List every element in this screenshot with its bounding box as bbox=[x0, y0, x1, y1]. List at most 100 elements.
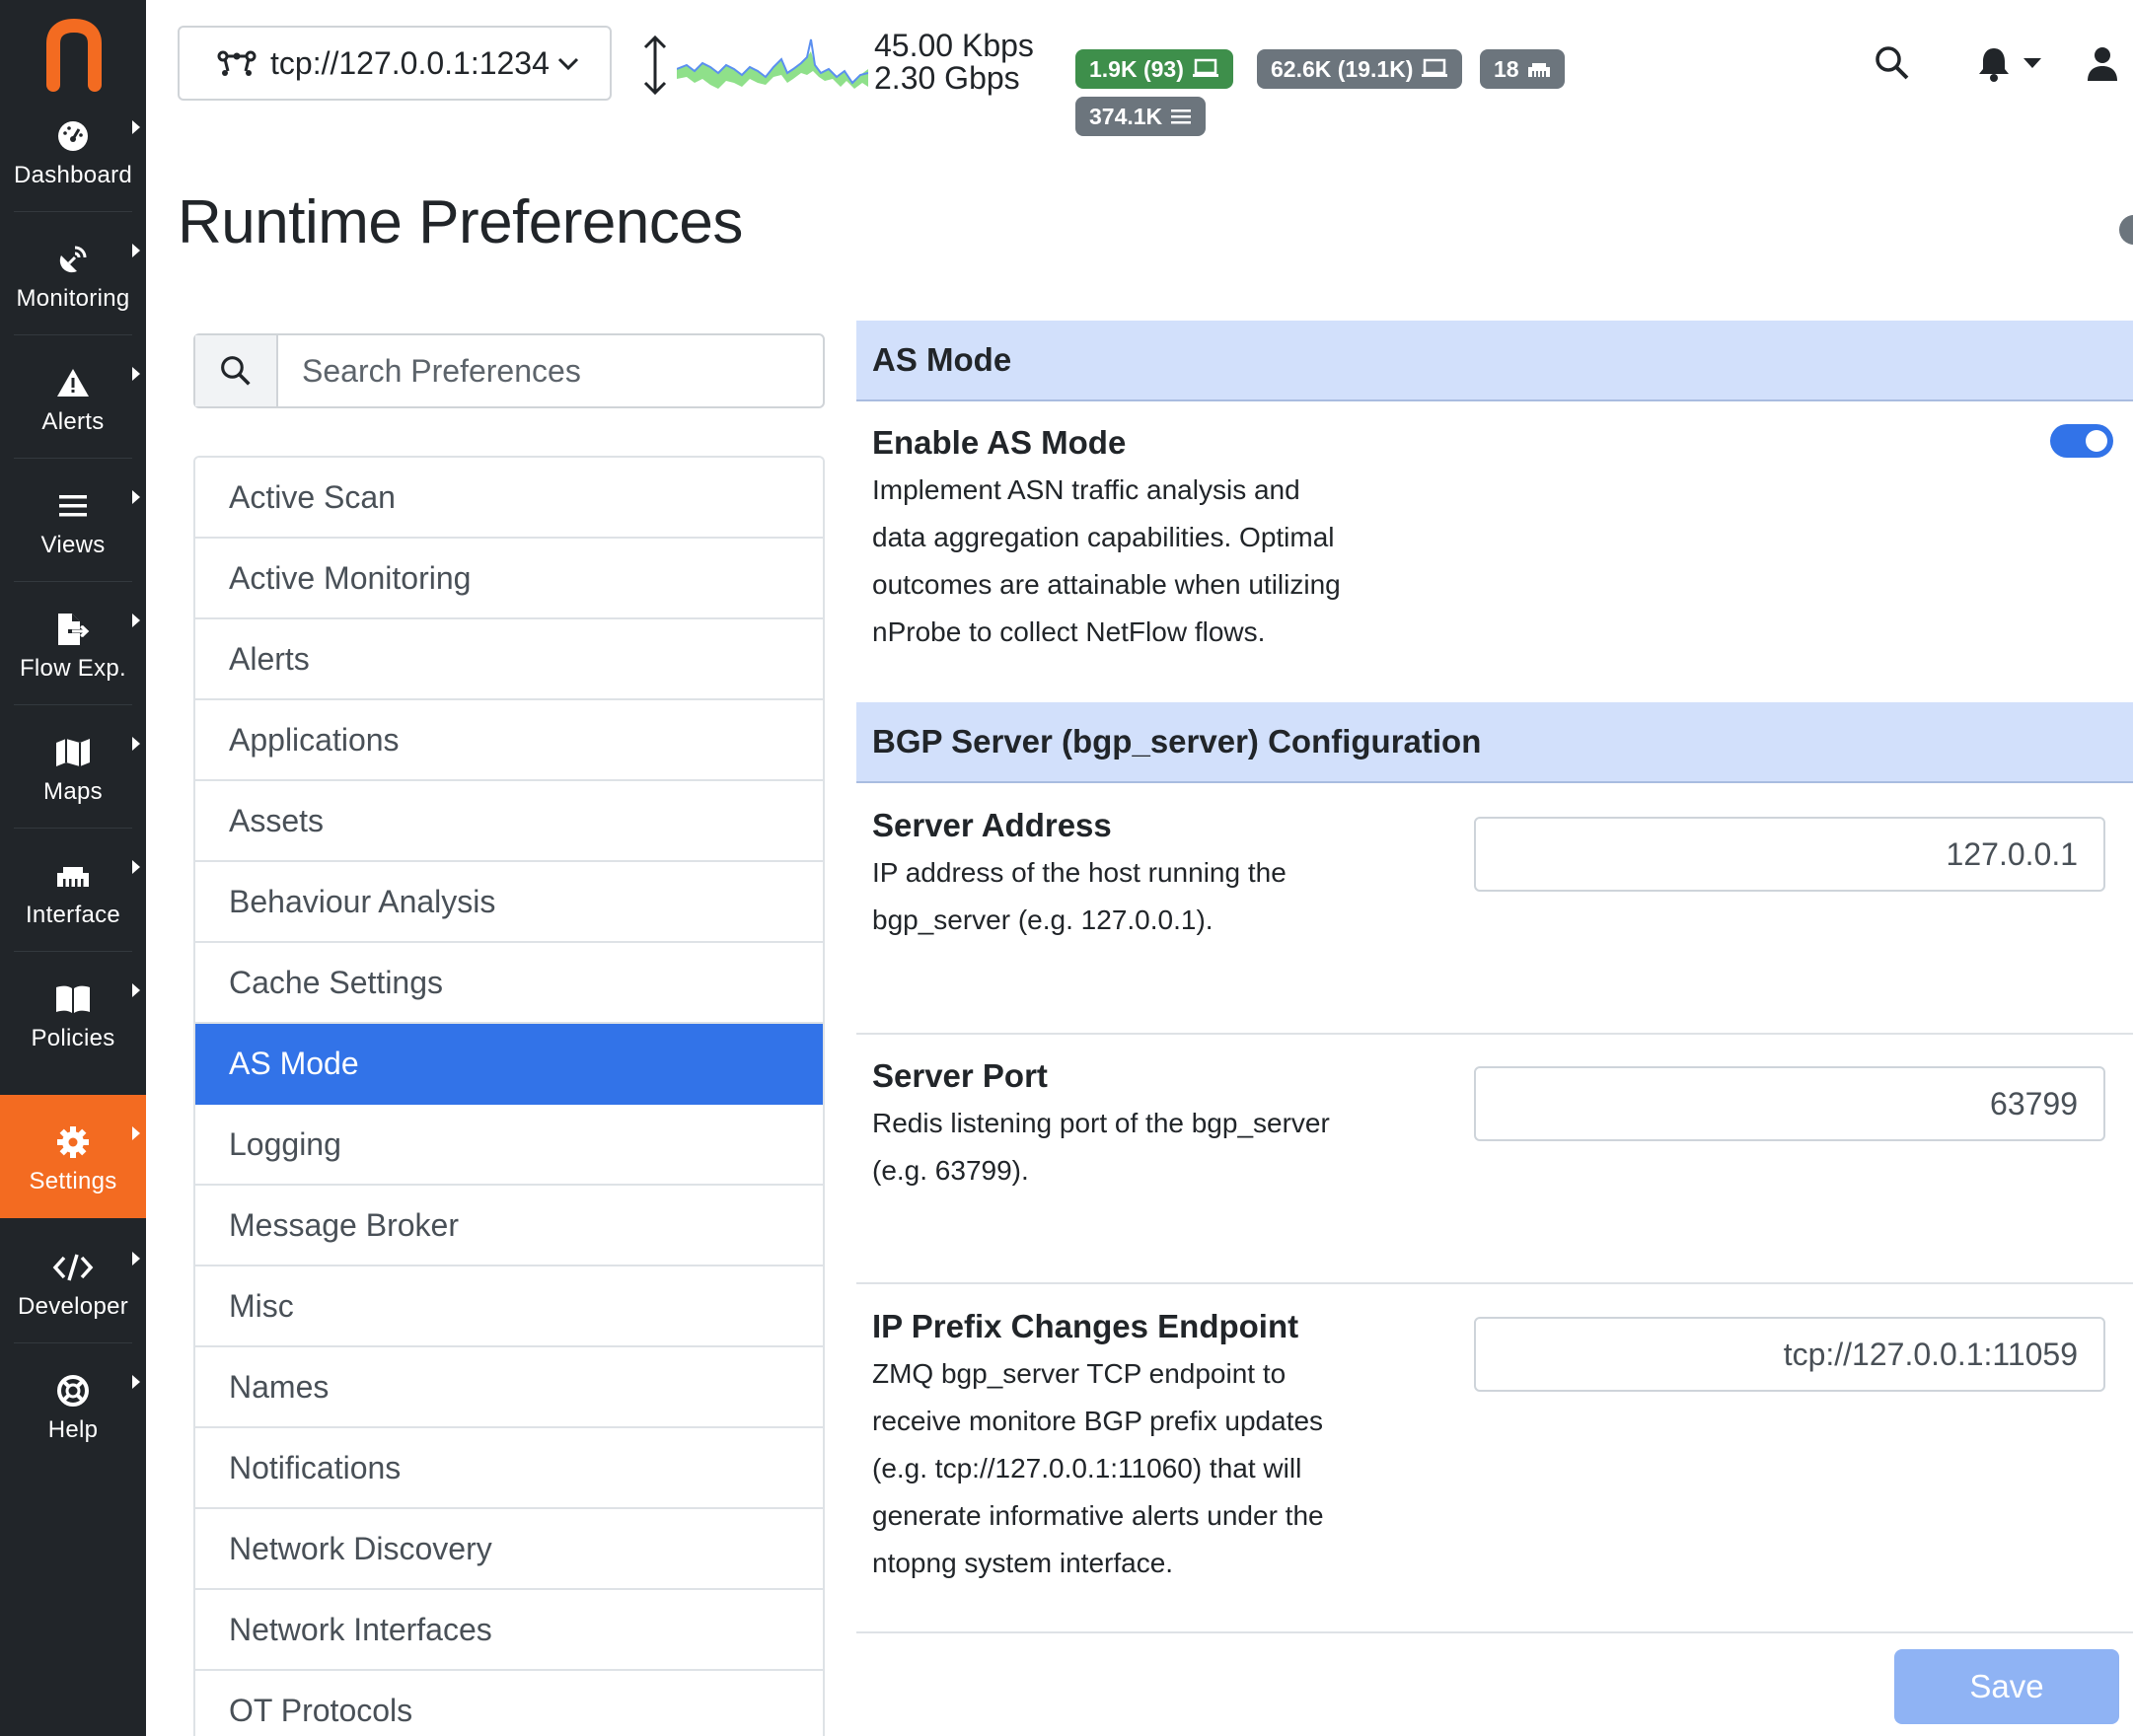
up-down-arrow-icon bbox=[643, 35, 667, 96]
gauge-icon bbox=[0, 116, 146, 156]
sidebar-item-interface[interactable]: Interface bbox=[0, 829, 146, 952]
caret-right-icon bbox=[132, 614, 140, 627]
laptop-icon bbox=[1422, 58, 1448, 77]
bell-icon[interactable] bbox=[1977, 45, 2011, 83]
category-item-network-interfaces[interactable]: Network Interfaces bbox=[195, 1590, 823, 1671]
category-item-active-scan[interactable]: Active Scan bbox=[195, 458, 823, 539]
category-item-as-mode[interactable]: AS Mode bbox=[195, 1024, 823, 1105]
search-preferences bbox=[193, 333, 825, 408]
code-icon bbox=[0, 1248, 146, 1287]
server-address-input[interactable] bbox=[1474, 817, 2105, 892]
save-button[interactable]: Save bbox=[1894, 1649, 2119, 1724]
caret-right-icon bbox=[132, 490, 140, 504]
category-item-applications[interactable]: Applications bbox=[195, 700, 823, 781]
badge-text: 374.1K bbox=[1089, 103, 1163, 129]
devices-badge[interactable]: 18 bbox=[1480, 49, 1565, 89]
section-header-as-mode: AS Mode bbox=[856, 321, 2133, 401]
caret-right-icon bbox=[132, 1126, 140, 1140]
throughput-download: 2.30 Gbps bbox=[874, 60, 1020, 96]
category-item-names[interactable]: Names bbox=[195, 1347, 823, 1428]
category-item-misc[interactable]: Misc bbox=[195, 1266, 823, 1347]
pref-title-server-address: Server Address bbox=[872, 807, 1112, 843]
interface-name: tcp://127.0.0.1:1234 bbox=[270, 44, 550, 81]
sidebar-item-settings[interactable]: Settings bbox=[0, 1095, 146, 1218]
sidebar-item-flow-exp[interactable]: Flow Exp. bbox=[0, 582, 146, 705]
search-button[interactable] bbox=[195, 335, 278, 406]
flows-badge[interactable]: 374.1K bbox=[1075, 97, 1207, 136]
ethernet-icon bbox=[0, 856, 146, 896]
sidebar-label: Help bbox=[47, 1416, 99, 1443]
badge-text: 62.6K (19.1K) bbox=[1271, 55, 1414, 82]
ethernet-icon bbox=[1527, 63, 1550, 77]
app-root: Dashboard Monitoring Alerts Views Flow E… bbox=[0, 0, 2133, 1736]
category-item-ot-protocols[interactable]: OT Protocols bbox=[195, 1671, 823, 1736]
sidebar-item-developer[interactable]: Developer bbox=[0, 1220, 146, 1343]
throughput-sparkline bbox=[677, 38, 868, 89]
toggle-knob bbox=[2086, 430, 2107, 452]
desc-line: (e.g. 63799). bbox=[872, 1155, 1029, 1186]
sidebar-item-views[interactable]: Views bbox=[0, 459, 146, 582]
life-ring-icon bbox=[0, 1371, 146, 1410]
preferences-category-list: Active Scan Active Monitoring Alerts App… bbox=[193, 456, 825, 1736]
caret-right-icon bbox=[132, 367, 140, 381]
desc-line: ZMQ bgp_server TCP endpoint to bbox=[872, 1358, 1287, 1389]
sidebar-label: Interface bbox=[25, 902, 121, 928]
user-icon[interactable] bbox=[2086, 45, 2119, 83]
sidebar-item-dashboard[interactable]: Dashboard bbox=[0, 89, 146, 212]
sidebar-item-alerts[interactable]: Alerts bbox=[0, 335, 146, 459]
help-tooltip-icon[interactable] bbox=[2119, 215, 2133, 245]
divider bbox=[856, 1033, 2133, 1035]
network-icon bbox=[217, 50, 257, 76]
caret-right-icon bbox=[132, 1375, 140, 1389]
category-item-active-monitoring[interactable]: Active Monitoring bbox=[195, 539, 823, 619]
sidebar-label: Maps bbox=[43, 778, 103, 805]
desc-line: outcomes are attainable when utilizing bbox=[872, 569, 1341, 600]
caret-right-icon bbox=[132, 120, 140, 134]
sidebar-item-help[interactable]: Help bbox=[0, 1343, 146, 1467]
ntopng-logo[interactable] bbox=[39, 14, 109, 93]
caret-right-icon bbox=[132, 1252, 140, 1266]
category-item-assets[interactable]: Assets bbox=[195, 781, 823, 862]
prefix-endpoint-input[interactable] bbox=[1474, 1317, 2105, 1392]
divider bbox=[856, 1631, 2133, 1633]
caret-right-icon bbox=[132, 244, 140, 257]
interface-selector[interactable]: tcp://127.0.0.1:1234 bbox=[178, 26, 612, 101]
caret-down-icon[interactable] bbox=[2023, 57, 2042, 69]
category-item-message-broker[interactable]: Message Broker bbox=[195, 1186, 823, 1266]
badge-text: 1.9K (93) bbox=[1089, 55, 1184, 82]
sidebar: Dashboard Monitoring Alerts Views Flow E… bbox=[0, 0, 146, 1736]
category-item-logging[interactable]: Logging bbox=[195, 1105, 823, 1186]
desc-line: IP address of the host running the bbox=[872, 857, 1287, 888]
laptop-icon bbox=[1192, 58, 1218, 77]
category-item-alerts[interactable]: Alerts bbox=[195, 619, 823, 700]
category-item-cache-settings[interactable]: Cache Settings bbox=[195, 943, 823, 1024]
desc-line: ntopng system interface. bbox=[872, 1548, 1174, 1578]
caret-right-icon bbox=[132, 860, 140, 874]
pref-title-ip-prefix-endpoint: IP Prefix Changes Endpoint bbox=[872, 1308, 1299, 1344]
file-export-icon bbox=[0, 610, 146, 649]
sidebar-label: Settings bbox=[29, 1168, 117, 1194]
category-item-notifications[interactable]: Notifications bbox=[195, 1428, 823, 1509]
satellite-dish-icon bbox=[0, 240, 146, 279]
bars-icon bbox=[0, 486, 146, 526]
category-item-network-discovery[interactable]: Network Discovery bbox=[195, 1509, 823, 1590]
remote-hosts-badge[interactable]: 62.6K (19.1K) bbox=[1257, 49, 1463, 89]
caret-right-icon bbox=[132, 983, 140, 997]
category-item-behaviour-analysis[interactable]: Behaviour Analysis bbox=[195, 862, 823, 943]
desc-line: nProbe to collect NetFlow flows. bbox=[872, 616, 1266, 647]
enable-as-mode-toggle[interactable] bbox=[2050, 424, 2113, 458]
badge-text: 18 bbox=[1494, 55, 1519, 82]
map-icon bbox=[0, 733, 146, 772]
local-hosts-badge[interactable]: 1.9K (93) bbox=[1075, 49, 1233, 89]
sidebar-item-monitoring[interactable]: Monitoring bbox=[0, 212, 146, 335]
search-icon[interactable] bbox=[1875, 45, 1910, 81]
desc-line: (e.g. tcp://127.0.0.1:11060) that will bbox=[872, 1453, 1302, 1483]
pref-title-enable-as-mode: Enable AS Mode bbox=[872, 424, 1127, 461]
sidebar-item-policies[interactable]: Policies bbox=[0, 952, 146, 1075]
pref-desc-server-address: IP address of the host running the bgp_s… bbox=[872, 849, 1385, 944]
sidebar-item-maps[interactable]: Maps bbox=[0, 705, 146, 829]
desc-line: receive monitore BGP prefix updates bbox=[872, 1406, 1324, 1436]
server-port-input[interactable] bbox=[1474, 1066, 2105, 1141]
search-input[interactable] bbox=[278, 335, 823, 406]
warning-triangle-icon bbox=[0, 363, 146, 402]
